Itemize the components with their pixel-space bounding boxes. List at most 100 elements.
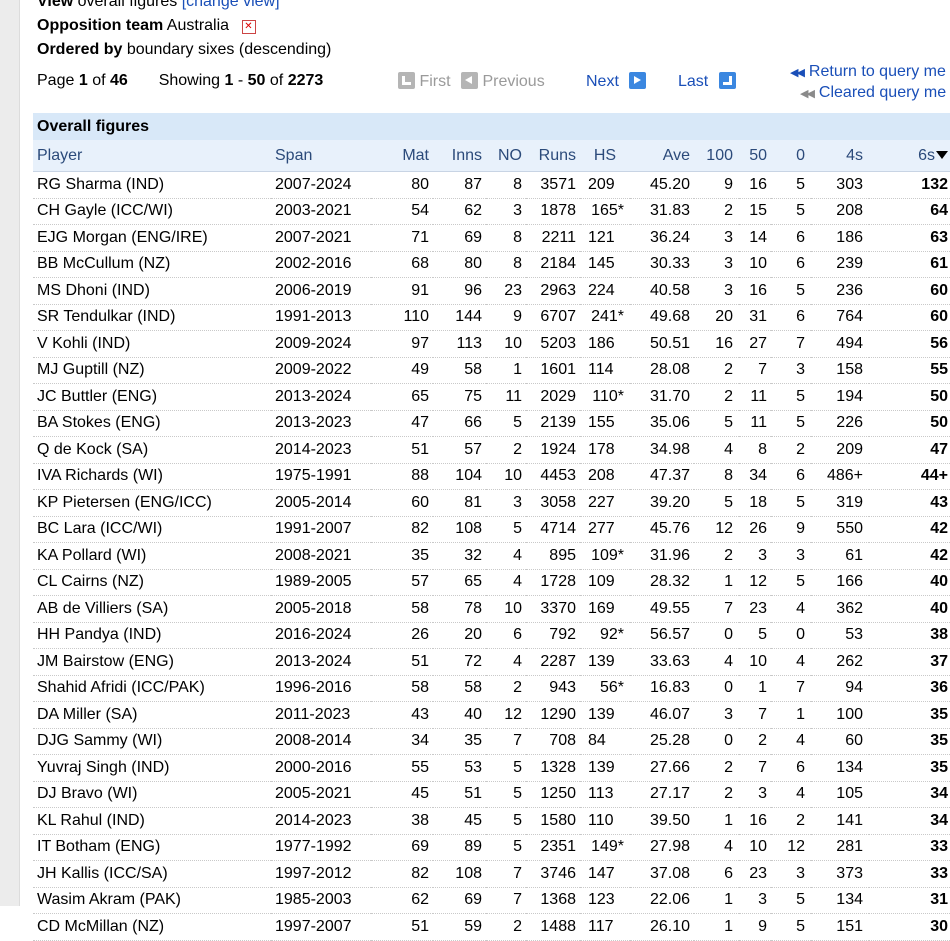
cell-0: 4 <box>771 781 811 808</box>
column-header-0[interactable]: 0 <box>771 140 811 172</box>
first-page-icon <box>398 72 415 89</box>
cell-player[interactable]: RG Sharma (IND) <box>33 171 271 199</box>
cell-player[interactable]: MJ Guptill (NZ) <box>33 357 271 384</box>
cell-player[interactable]: CD McMillan (NZ) <box>33 913 271 941</box>
cell-50: 15 <box>739 198 771 225</box>
column-header-6s[interactable]: 6s <box>869 140 950 172</box>
cell-runs: 6707 <box>526 304 580 331</box>
column-header-label: 0 <box>796 146 805 164</box>
cell-span: 1991-2013 <box>271 304 371 331</box>
remove-filter-icon[interactable]: ✕ <box>241 20 256 34</box>
cleared-query-label[interactable]: Cleared query me <box>819 84 946 101</box>
cell-player[interactable]: DJ Bravo (WI) <box>33 781 271 808</box>
column-header-label: Span <box>275 146 313 164</box>
cell-no: 4 <box>486 569 526 596</box>
cell-mat: 82 <box>371 516 433 543</box>
cell-0: 4 <box>771 728 811 755</box>
cell-player[interactable]: KA Pollard (WI) <box>33 542 271 570</box>
column-header-mat[interactable]: Mat <box>371 140 433 172</box>
cell-player[interactable]: Q de Kock (SA) <box>33 436 271 464</box>
next-page-icon[interactable] <box>629 72 647 89</box>
table-row: BA Stokes (ENG) 2013-2023 47 66 5 2139 155 35.0… <box>33 410 950 437</box>
cell-player[interactable]: IVA Richards (WI) <box>33 463 271 490</box>
cell-player[interactable]: CL Cairns (NZ) <box>33 569 271 596</box>
cell-6s: 63 <box>869 224 950 252</box>
cell-player[interactable]: IT Botham (ENG) <box>33 834 271 861</box>
cell-4s: 151 <box>811 913 869 941</box>
cell-0: 5 <box>771 489 811 517</box>
cell-player[interactable]: BB McCullum (NZ) <box>33 251 271 278</box>
cell-hs: 121 <box>580 224 630 252</box>
cell-4s: 226 <box>811 410 869 437</box>
cell-50: 12 <box>739 569 771 596</box>
last-page-button[interactable]: Last <box>678 72 736 91</box>
column-header-50[interactable]: 50 <box>739 140 771 172</box>
cell-player[interactable]: BC Lara (ICC/WI) <box>33 516 271 543</box>
return-to-query-link[interactable]: ◀◀ Return to query me <box>790 62 946 83</box>
cell-player[interactable]: Wasim Akram (PAK) <box>33 887 271 914</box>
cell-inns: 40 <box>433 701 486 729</box>
cell-no: 10 <box>486 463 526 490</box>
cell-player[interactable]: DA Miller (SA) <box>33 701 271 729</box>
cell-player[interactable]: SR Tendulkar (IND) <box>33 304 271 331</box>
cell-ave: 33.63 <box>630 648 694 676</box>
cell-player[interactable]: KP Pietersen (ENG/ICC) <box>33 489 271 517</box>
cell-100: 2 <box>694 781 739 808</box>
last-label[interactable]: Last <box>678 73 708 90</box>
table-row: IT Botham (ENG) 1977-1992 69 89 5 2351 149* 27.… <box>33 834 950 861</box>
cell-player[interactable]: JM Bairstow (ENG) <box>33 648 271 676</box>
column-header-inns[interactable]: Inns <box>433 140 486 172</box>
column-header-label: Inns <box>451 146 482 164</box>
column-header-ave[interactable]: Ave <box>630 140 694 172</box>
cell-player[interactable]: BA Stokes (ENG) <box>33 410 271 437</box>
column-header-100[interactable]: 100 <box>694 140 739 172</box>
cell-no: 2 <box>486 913 526 941</box>
cell-player[interactable]: KL Rahul (IND) <box>33 807 271 835</box>
cell-ave: 36.24 <box>630 224 694 252</box>
cell-player[interactable]: Yuvraj Singh (IND) <box>33 754 271 782</box>
cell-ave: 27.66 <box>630 754 694 782</box>
cell-0: 9 <box>771 516 811 543</box>
cell-ave: 27.17 <box>630 781 694 808</box>
cleared-query-link[interactable]: ◀◀ Cleared query me <box>790 83 946 104</box>
column-header-hs[interactable]: HS <box>580 140 630 172</box>
cell-50: 16 <box>739 277 771 305</box>
cell-50: 9 <box>739 913 771 941</box>
cell-runs: 1368 <box>526 887 580 914</box>
cell-player[interactable]: CH Gayle (ICC/WI) <box>33 198 271 225</box>
cell-50: 31 <box>739 304 771 331</box>
column-header-span[interactable]: Span <box>271 140 371 172</box>
change-view-link[interactable]: [change view] <box>182 0 280 10</box>
cell-span: 2007-2024 <box>271 171 371 199</box>
cell-player[interactable]: HH Pandya (IND) <box>33 622 271 649</box>
cell-player[interactable]: AB de Villiers (SA) <box>33 595 271 623</box>
cell-6s: 38 <box>869 622 950 649</box>
return-query-label[interactable]: Return to query me <box>809 63 946 80</box>
cell-50: 7 <box>739 754 771 782</box>
cell-no: 5 <box>486 410 526 437</box>
cell-span: 2013-2023 <box>271 410 371 437</box>
next-label[interactable]: Next <box>586 73 619 90</box>
cell-player[interactable]: MS Dhoni (IND) <box>33 277 271 305</box>
column-header-no[interactable]: NO <box>486 140 526 172</box>
column-header-player[interactable]: Player <box>33 140 271 172</box>
column-header-4s[interactable]: 4s <box>811 140 869 172</box>
next-page-button[interactable]: Next <box>586 72 647 91</box>
rewind-gray-icon: ◀◀ <box>800 88 815 100</box>
cell-mat: 47 <box>371 410 433 437</box>
cell-runs: 1878 <box>526 198 580 225</box>
cell-span: 1985-2003 <box>271 887 371 914</box>
cell-100: 0 <box>694 622 739 649</box>
cell-player[interactable]: V Kohli (IND) <box>33 330 271 358</box>
last-page-icon[interactable] <box>718 72 736 89</box>
column-header-runs[interactable]: Runs <box>526 140 580 172</box>
cell-player[interactable]: JH Kallis (ICC/SA) <box>33 860 271 888</box>
cell-mat: 60 <box>371 489 433 517</box>
cell-player[interactable]: Shahid Afridi (ICC/PAK) <box>33 675 271 702</box>
table-row: BC Lara (ICC/WI) 1991-2007 82 108 5 4714 277 45… <box>33 516 950 543</box>
cell-player[interactable]: DJG Sammy (WI) <box>33 728 271 755</box>
cell-player[interactable]: JC Buttler (ENG) <box>33 383 271 411</box>
cell-player[interactable]: EJG Morgan (ENG/IRE) <box>33 224 271 252</box>
cell-mat: 51 <box>371 648 433 676</box>
cell-inns: 69 <box>433 224 486 252</box>
